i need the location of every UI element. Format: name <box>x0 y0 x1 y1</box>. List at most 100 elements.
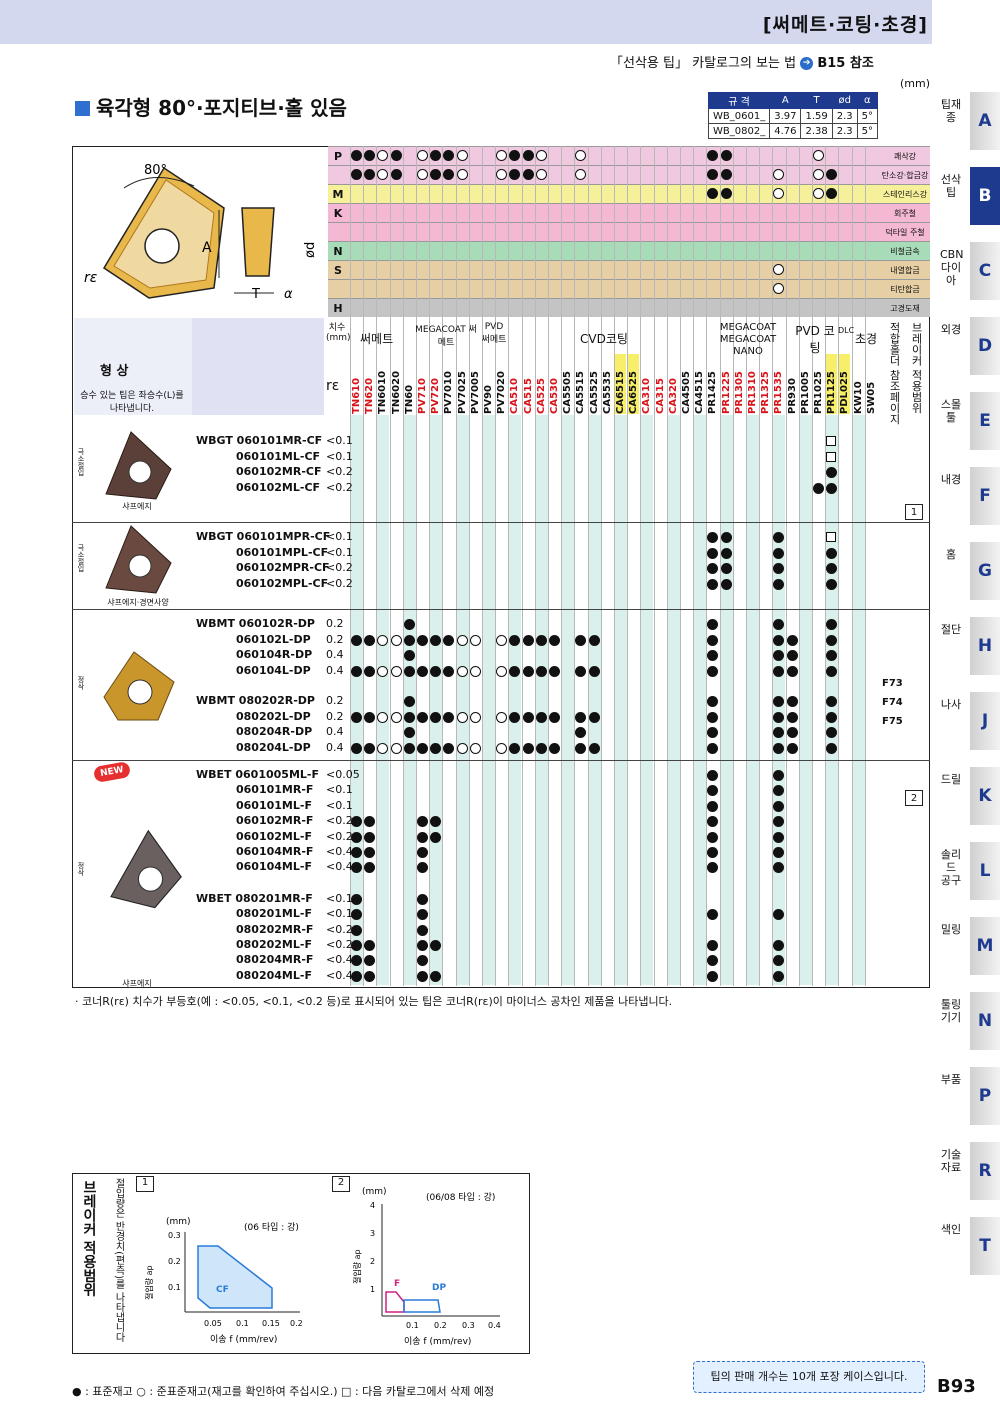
side-tab-G[interactable]: 홈G <box>938 542 1000 602</box>
chart1-unit: (mm) <box>166 1217 191 1227</box>
product-spec[interactable]: WBGT 060101MPR-CF <box>196 530 330 543</box>
cvd-header: CVD코팅 <box>580 332 628 346</box>
corner-radius-value: 0.2 <box>326 709 344 723</box>
grade-header: TN610 <box>351 377 362 414</box>
side-tab-B[interactable]: 선삭팁 B <box>938 167 1000 227</box>
side-tab-F[interactable]: 내경 F <box>938 467 1000 527</box>
product-spec[interactable]: 060102ML-CF <box>236 481 320 494</box>
product-spec[interactable]: 080204R-DP <box>236 725 312 738</box>
product-spec[interactable]: 080204MR-F <box>236 953 313 966</box>
product-spec[interactable]: 080201ML-F <box>236 907 312 920</box>
grade-header: CA320 <box>667 378 679 414</box>
product-spec[interactable]: 060102L-DP <box>236 633 311 646</box>
product-spec[interactable]: 060101ML-CF <box>236 450 320 463</box>
work-material-name: 탄소강·합금강 <box>881 171 929 180</box>
grade-header: CA5505 <box>562 371 574 414</box>
holder-page-f75[interactable]: F75 <box>882 716 903 727</box>
standard-stock-mark <box>773 547 785 559</box>
product-spec[interactable]: 060104L-DP <box>236 664 311 677</box>
standard-stock-mark <box>403 650 415 661</box>
product-spec[interactable]: WBGT 060101MR-CF <box>196 434 322 447</box>
dimension-a: A <box>202 240 212 256</box>
product-spec[interactable]: WBET 080201MR-F <box>196 892 313 905</box>
chart1-xtick: 0.2 <box>290 1319 303 1328</box>
catalog-reference[interactable]: 「선삭용 팁」 카탈로그의 보는 법 ➔ B15 참조 <box>610 52 874 71</box>
grade-column-bg <box>561 415 575 985</box>
standard-stock-mark <box>351 742 362 754</box>
product-spec[interactable]: 060102ML-F <box>236 830 312 843</box>
breaker-ref-1[interactable]: 1 <box>905 504 923 520</box>
standard-stock-mark <box>786 727 798 738</box>
product-spec[interactable]: 080204ML-F <box>236 969 312 982</box>
side-tab-K[interactable]: 드릴 K <box>938 767 1000 827</box>
product-spec[interactable]: 060104ML-F <box>236 860 312 873</box>
insert-diagram: 80° A rε T α ød <box>84 163 318 302</box>
side-tab-L[interactable]: 솔리드 공구 L <box>938 842 1000 902</box>
standard-stock-mark <box>720 532 732 543</box>
standard-stock-mark <box>364 970 376 982</box>
side-tab-label: 절단 <box>940 623 962 636</box>
reference-link[interactable]: B15 참조 <box>817 56 873 71</box>
side-tab-label: 툴링 기기 <box>940 998 962 1024</box>
grid-line <box>534 146 536 986</box>
chart2-xtick: 0.3 <box>462 1321 475 1330</box>
work-material-code <box>328 223 348 242</box>
standard-stock-mark <box>549 665 560 677</box>
product-spec[interactable]: WBET 0601005ML-F <box>196 768 319 781</box>
standard-stock-mark <box>417 711 428 723</box>
product-spec[interactable]: 080204L-DP <box>236 741 311 754</box>
application-mark <box>456 169 468 180</box>
standard-stock-mark <box>575 742 587 754</box>
application-mark <box>535 150 547 161</box>
side-tab-N[interactable]: 툴링 기기 N <box>938 992 1000 1052</box>
discontinue-mark <box>826 436 837 446</box>
grid-line <box>429 146 431 986</box>
grade-column-bg <box>640 415 654 985</box>
standard-stock-mark <box>403 619 415 630</box>
standard-stock-mark <box>522 665 534 677</box>
holder-page-f74[interactable]: F74 <box>882 697 903 708</box>
work-material-name: 내열합금 <box>890 266 920 275</box>
unit-label: (mm) <box>900 77 931 90</box>
standard-stock-mark <box>430 970 442 982</box>
side-tab-J[interactable]: 나사 J <box>938 692 1000 752</box>
product-spec[interactable]: 080202MR-F <box>236 923 313 936</box>
side-tab-D[interactable]: 외경 D <box>938 317 1000 377</box>
product-spec[interactable]: 060101MPL-CF <box>236 546 328 559</box>
standard-stock-mark <box>549 711 560 723</box>
holder-page-f73[interactable]: F73 <box>882 678 903 689</box>
side-tab-P[interactable]: 부품 P <box>938 1067 1000 1127</box>
product-spec[interactable]: 060102MPL-CF <box>236 577 328 590</box>
standard-stock-mark <box>364 634 376 646</box>
product-spec[interactable]: 060102MPR-CF <box>236 561 330 574</box>
breaker-ref-2[interactable]: 2 <box>905 790 923 806</box>
side-tab-label: 솔리드 공구 <box>940 848 962 887</box>
product-spec[interactable]: 060101MR-F <box>236 783 313 796</box>
product-spec[interactable]: 080202L-DP <box>236 710 311 723</box>
product-spec[interactable]: 060101ML-F <box>236 799 312 812</box>
product-spec[interactable]: 060104MR-F <box>236 845 313 858</box>
side-tab-A[interactable]: 팁재종 A <box>938 92 1000 152</box>
dim-cell: 5° <box>856 123 879 139</box>
application-mark <box>390 169 402 180</box>
insert-photo-f <box>110 829 182 909</box>
side-tab-E[interactable]: 스몰툴 E <box>938 392 1000 452</box>
grade-header: PR1535 <box>773 371 785 414</box>
product-spec[interactable]: 080202ML-F <box>236 938 312 951</box>
side-tab-label: 부품 <box>940 1073 962 1086</box>
chart1-xtick: 0.05 <box>204 1319 222 1328</box>
semi-standard-mark <box>377 634 389 646</box>
side-tab-H[interactable]: 절단 H <box>938 617 1000 677</box>
product-spec[interactable]: WBMT 080202R-DP <box>196 694 315 707</box>
side-tab-T[interactable]: 색인 T <box>938 1217 1000 1277</box>
grade-header: PV90 <box>483 385 494 414</box>
product-spec[interactable]: 060102MR-F <box>236 814 313 827</box>
side-tab-M[interactable]: 밀링 M <box>938 917 1000 977</box>
grid-line <box>614 146 615 986</box>
chart2-ylabel: 절입량 ap <box>352 1249 362 1284</box>
side-tab-R[interactable]: 기술 자료 R <box>938 1142 1000 1202</box>
product-spec[interactable]: WBMT 060102R-DP <box>196 617 315 630</box>
product-spec[interactable]: 060104R-DP <box>236 648 312 661</box>
product-spec[interactable]: 060102MR-CF <box>236 465 322 478</box>
side-tab-C[interactable]: CBN 다이아 C <box>938 242 1000 302</box>
